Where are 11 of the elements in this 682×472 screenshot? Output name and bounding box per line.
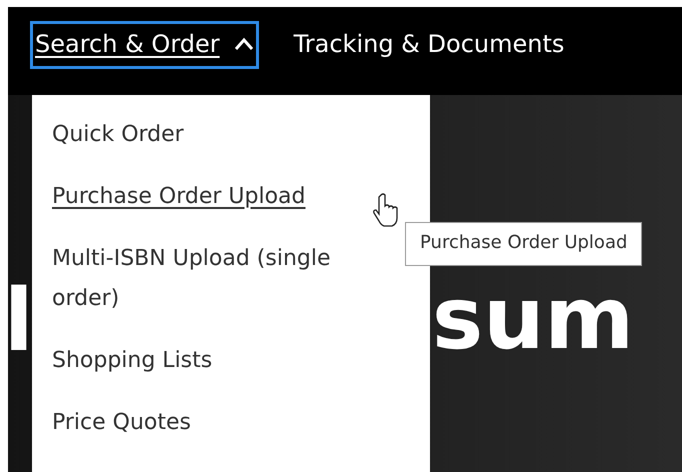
- menu-item[interactable]: Multi-ISBN Upload (single order): [32, 237, 392, 339]
- menu-item[interactable]: Quick Order: [32, 113, 392, 175]
- menu-item[interactable]: Price Quotes: [32, 401, 392, 463]
- caret-up-icon: [234, 37, 254, 51]
- nav-menu-button[interactable]: Search & Order: [30, 21, 259, 69]
- tooltip: Purchase Order Upload: [405, 222, 642, 266]
- hero-heading-fragment: sum: [432, 276, 634, 362]
- menu-item[interactable]: Purchase Order Upload: [32, 175, 392, 237]
- menu-item[interactable]: Shopping Lists: [32, 339, 392, 401]
- nav-menu-button[interactable]: Tracking & Documents: [288, 21, 570, 69]
- hero-heading-fragment: l: [8, 278, 34, 364]
